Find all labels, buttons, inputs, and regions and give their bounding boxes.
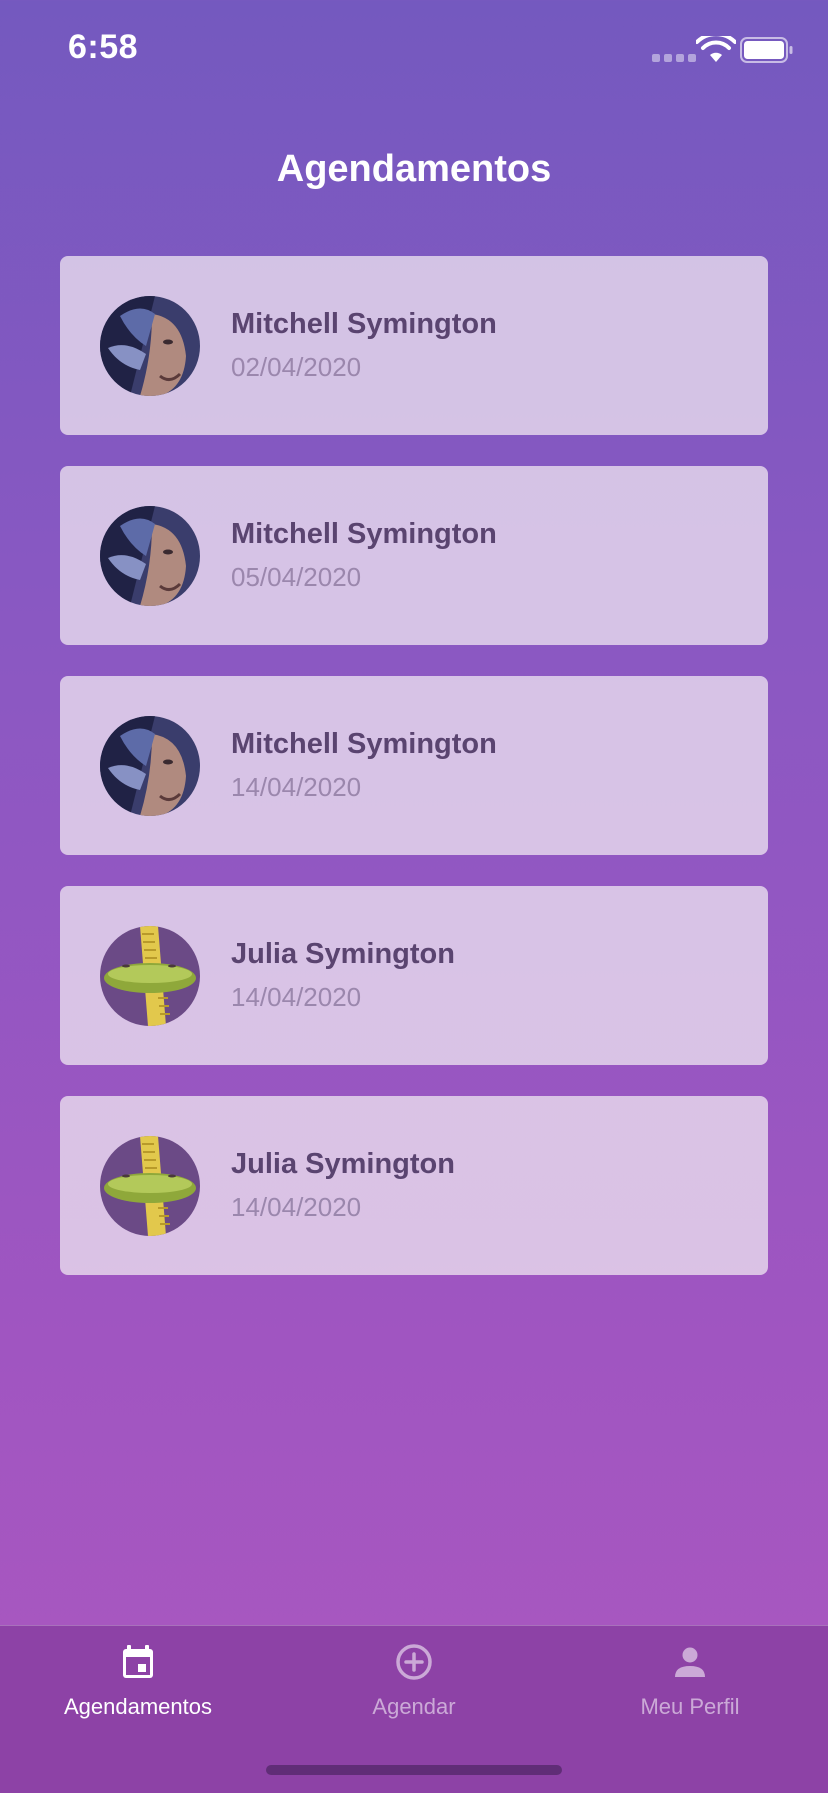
appointments-list: Mitchell Symington 02/04/2020 Mitchell S…: [60, 256, 768, 1306]
appointment-card[interactable]: Julia Symington 14/04/2020: [60, 886, 768, 1065]
appointment-name: Mitchell Symington: [231, 308, 497, 340]
appointment-name: Mitchell Symington: [231, 518, 497, 550]
tab-label: Agendar: [372, 1694, 456, 1719]
avatar-julia: [100, 1136, 200, 1236]
cellular-signal-icon: [652, 54, 696, 62]
battery-icon: [740, 37, 793, 63]
appointment-card[interactable]: Mitchell Symington 02/04/2020: [60, 256, 768, 435]
appointment-date: 05/04/2020: [231, 562, 362, 592]
appointment-date: 02/04/2020: [231, 352, 362, 382]
wifi-icon: [696, 36, 736, 62]
avatar-mitchell: [100, 506, 200, 606]
appointment-name: Julia Symington: [231, 1148, 455, 1180]
appointment-card[interactable]: Mitchell Symington 05/04/2020: [60, 466, 768, 645]
appointment-card[interactable]: Julia Symington 14/04/2020: [60, 1096, 768, 1275]
home-indicator[interactable]: [266, 1765, 562, 1775]
status-bar: 6:58: [0, 0, 828, 100]
avatar-mitchell: [100, 716, 200, 816]
tab-agendamentos[interactable]: Agendamentos: [0, 1642, 276, 1752]
avatar-julia: [100, 926, 200, 1026]
tab-meu-perfil[interactable]: Meu Perfil: [552, 1642, 828, 1752]
status-time: 6:58: [68, 28, 139, 66]
calendar-icon: [123, 1645, 153, 1678]
tab-agendar[interactable]: Agendar: [276, 1642, 552, 1752]
appointment-date: 14/04/2020: [231, 982, 362, 1012]
appointment-name: Mitchell Symington: [231, 728, 497, 760]
plus-circle-icon: [396, 1644, 432, 1680]
appointment-name: Julia Symington: [231, 938, 455, 970]
avatar-mitchell: [100, 296, 200, 396]
tab-label: Agendamentos: [64, 1694, 212, 1719]
page-title: Agendamentos: [276, 148, 552, 190]
person-icon: [675, 1647, 705, 1677]
tab-label: Meu Perfil: [640, 1694, 740, 1719]
appointment-card[interactable]: Mitchell Symington 14/04/2020: [60, 676, 768, 855]
appointment-date: 14/04/2020: [231, 1192, 362, 1222]
appointment-date: 14/04/2020: [231, 772, 362, 802]
